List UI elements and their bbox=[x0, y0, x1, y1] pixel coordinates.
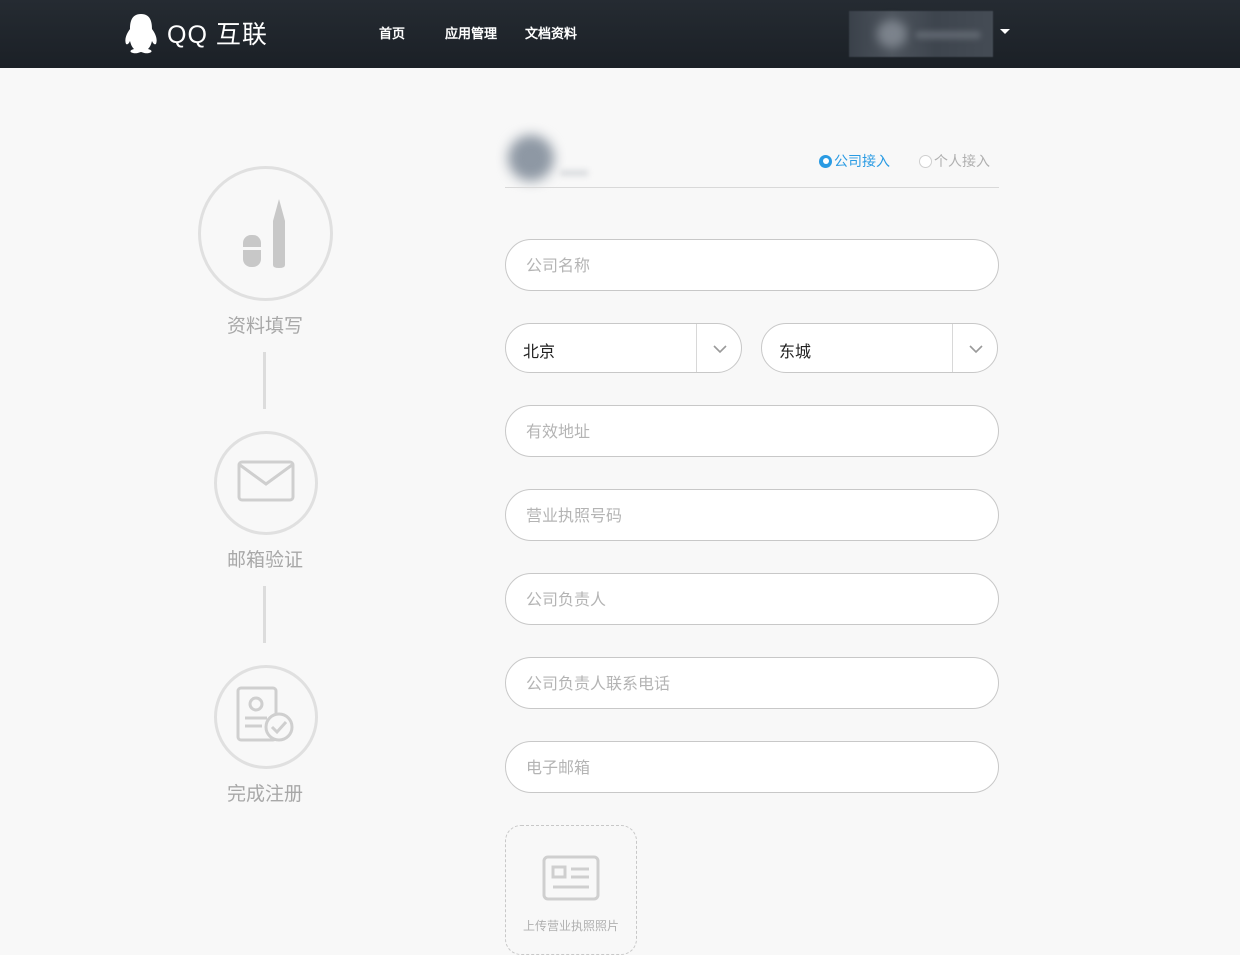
principal-phone-input[interactable] bbox=[505, 657, 999, 709]
radio-company-access[interactable]: 公司接入 bbox=[819, 151, 890, 171]
top-navbar: QQ 互联 首页 应用管理 文档资料 bbox=[0, 0, 1240, 68]
step-label-complete: 完成注册 bbox=[226, 783, 303, 805]
license-number-input[interactable] bbox=[505, 489, 999, 541]
radio-personal-label: 个人接入 bbox=[934, 154, 990, 170]
province-value: 北京 bbox=[523, 342, 556, 361]
select-divider bbox=[952, 324, 953, 372]
account-avatar bbox=[508, 135, 554, 181]
province-select[interactable]: 北京 bbox=[505, 323, 742, 373]
step-email-verify-circle bbox=[214, 431, 318, 535]
user-name-blurred bbox=[915, 31, 981, 39]
principal-input[interactable] bbox=[505, 573, 999, 625]
user-avatar bbox=[877, 20, 907, 48]
certificate-check-icon bbox=[235, 685, 297, 749]
id-card-icon bbox=[542, 855, 600, 901]
chevron-down-icon[interactable] bbox=[967, 340, 985, 358]
chevron-down-icon[interactable] bbox=[711, 340, 729, 358]
step-connector bbox=[263, 586, 266, 643]
radio-personal-access[interactable]: 个人接入 bbox=[919, 151, 990, 171]
radio-unchecked-icon[interactable] bbox=[919, 154, 932, 168]
step-label-fill-info: 资料填写 bbox=[226, 315, 303, 337]
user-account-menu[interactable] bbox=[849, 11, 993, 57]
step-label-email-verify: 邮箱验证 bbox=[226, 549, 303, 571]
radio-checked-icon[interactable] bbox=[819, 154, 832, 168]
logo-text: QQ 互联 bbox=[167, 21, 268, 49]
email-input[interactable] bbox=[505, 741, 999, 793]
envelope-icon bbox=[237, 460, 295, 506]
upload-license-photo[interactable]: 上传营业执照照片 bbox=[505, 825, 637, 955]
select-divider bbox=[696, 324, 697, 372]
step-fill-info-circle bbox=[198, 166, 333, 301]
form-header-divider bbox=[505, 187, 999, 188]
nav-docs[interactable]: 文档资料 bbox=[525, 23, 577, 42]
nav-home[interactable]: 首页 bbox=[379, 23, 405, 42]
address-input[interactable] bbox=[505, 405, 999, 457]
nav-app-management[interactable]: 应用管理 bbox=[445, 23, 497, 42]
caret-down-icon[interactable] bbox=[1000, 29, 1010, 34]
company-name-input[interactable] bbox=[505, 239, 999, 291]
step-complete-circle bbox=[214, 665, 318, 769]
step-connector bbox=[263, 352, 266, 409]
radio-company-label: 公司接入 bbox=[834, 154, 890, 170]
upload-label: 上传营业执照照片 bbox=[522, 919, 619, 933]
district-select[interactable]: 东城 bbox=[761, 323, 998, 373]
qq-connect-logo[interactable]: QQ 互联 bbox=[123, 12, 268, 54]
penguin-icon bbox=[123, 12, 159, 54]
pen-icon bbox=[236, 189, 296, 279]
account-name-blurred bbox=[560, 170, 588, 176]
district-value: 东城 bbox=[779, 342, 812, 361]
